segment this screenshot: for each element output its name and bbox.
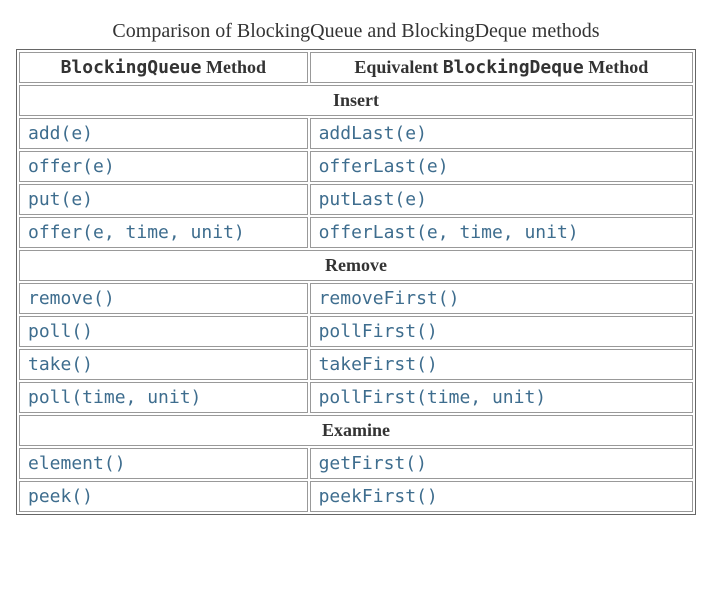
method-link[interactable]: getFirst() — [319, 453, 427, 473]
method-cell: takeFirst() — [310, 349, 693, 380]
section-header-remove: Remove — [19, 250, 693, 281]
table-header-row: BlockingQueue Method Equivalent Blocking… — [19, 52, 693, 83]
method-link[interactable]: remove() — [28, 288, 115, 308]
header-col-deque: Equivalent BlockingDeque Method — [310, 52, 693, 83]
method-link[interactable]: peek() — [28, 486, 93, 506]
method-cell: offerLast(e) — [310, 151, 693, 182]
method-cell: getFirst() — [310, 448, 693, 479]
method-link[interactable]: removeFirst() — [319, 288, 460, 308]
table-row: remove() removeFirst() — [19, 283, 693, 314]
header-suffix-queue: Method — [201, 57, 266, 77]
table-row: put(e) putLast(e) — [19, 184, 693, 215]
section-header-insert: Insert — [19, 85, 693, 116]
method-cell: offer(e) — [19, 151, 308, 182]
method-link[interactable]: poll() — [28, 321, 93, 341]
method-cell: remove() — [19, 283, 308, 314]
table-row: poll() pollFirst() — [19, 316, 693, 347]
method-cell: element() — [19, 448, 308, 479]
header-prefix-deque: Equivalent — [354, 57, 443, 77]
method-cell: add(e) — [19, 118, 308, 149]
method-link[interactable]: poll(time, unit) — [28, 387, 201, 407]
method-cell: offerLast(e, time, unit) — [310, 217, 693, 248]
header-suffix-deque: Method — [584, 57, 649, 77]
method-link[interactable]: offer(e, time, unit) — [28, 222, 245, 242]
method-link[interactable]: offerLast(e, time, unit) — [319, 222, 579, 242]
table-row: element() getFirst() — [19, 448, 693, 479]
method-cell: peekFirst() — [310, 481, 693, 512]
table-caption: Comparison of BlockingQueue and Blocking… — [16, 16, 696, 49]
method-cell: take() — [19, 349, 308, 380]
method-link[interactable]: takeFirst() — [319, 354, 438, 374]
table-row: peek() peekFirst() — [19, 481, 693, 512]
method-link[interactable]: put(e) — [28, 189, 93, 209]
section-header-examine: Examine — [19, 415, 693, 446]
table-row: offer(e, time, unit) offerLast(e, time, … — [19, 217, 693, 248]
method-link[interactable]: peekFirst() — [319, 486, 438, 506]
header-code-queue: BlockingQueue — [61, 57, 202, 78]
method-cell: peek() — [19, 481, 308, 512]
method-link[interactable]: offerLast(e) — [319, 156, 449, 176]
method-link[interactable]: offer(e) — [28, 156, 115, 176]
method-cell: pollFirst() — [310, 316, 693, 347]
method-cell: putLast(e) — [310, 184, 693, 215]
section-header-row: Examine — [19, 415, 693, 446]
method-cell: addLast(e) — [310, 118, 693, 149]
section-header-row: Remove — [19, 250, 693, 281]
table-row: take() takeFirst() — [19, 349, 693, 380]
method-link[interactable]: take() — [28, 354, 93, 374]
method-cell: put(e) — [19, 184, 308, 215]
method-link[interactable]: pollFirst() — [319, 321, 438, 341]
header-col-queue: BlockingQueue Method — [19, 52, 308, 83]
method-link[interactable]: pollFirst(time, unit) — [319, 387, 547, 407]
table-row: offer(e) offerLast(e) — [19, 151, 693, 182]
method-link[interactable]: element() — [28, 453, 126, 473]
comparison-table: Comparison of BlockingQueue and Blocking… — [16, 16, 696, 515]
method-cell: offer(e, time, unit) — [19, 217, 308, 248]
method-link[interactable]: addLast(e) — [319, 123, 427, 143]
table-row: add(e) addLast(e) — [19, 118, 693, 149]
method-cell: poll(time, unit) — [19, 382, 308, 413]
method-link[interactable]: add(e) — [28, 123, 93, 143]
section-header-row: Insert — [19, 85, 693, 116]
method-cell: removeFirst() — [310, 283, 693, 314]
method-link[interactable]: putLast(e) — [319, 189, 427, 209]
table-row: poll(time, unit) pollFirst(time, unit) — [19, 382, 693, 413]
method-cell: pollFirst(time, unit) — [310, 382, 693, 413]
header-code-deque: BlockingDeque — [443, 57, 584, 78]
method-cell: poll() — [19, 316, 308, 347]
